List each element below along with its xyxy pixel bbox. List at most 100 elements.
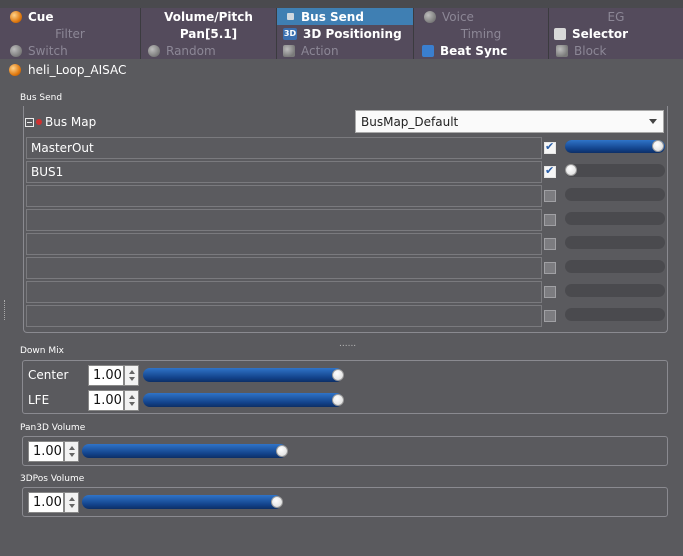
lfe-spinner[interactable]	[124, 390, 139, 411]
slider-knob[interactable]	[652, 140, 664, 152]
bus-row[interactable]	[26, 281, 542, 303]
tab-label: Filter	[55, 26, 85, 41]
bus-name: MasterOut	[31, 141, 94, 155]
chevron-down-icon	[649, 119, 657, 124]
bus-send-icon	[287, 13, 294, 20]
center-label: Center	[28, 368, 69, 382]
beat-sync-icon	[422, 44, 434, 57]
tab-random[interactable]: Random	[141, 42, 276, 59]
cue-title: heli_Loop_AISAC	[9, 63, 126, 77]
tab-pan[interactable]: Pan[5.1]	[141, 25, 276, 42]
lfe-slider[interactable]	[143, 393, 343, 407]
tab-label: Pan[5.1]	[179, 26, 238, 41]
pos3d-section-label: 3DPos Volume	[20, 474, 85, 484]
action-icon	[283, 44, 295, 57]
bus-map-label: Bus Map	[45, 115, 97, 129]
block-icon	[556, 44, 568, 57]
tab-beat-sync[interactable]: Beat Sync	[414, 42, 548, 59]
cue-orb-icon	[9, 64, 21, 76]
bus-row[interactable]: BUS1	[26, 161, 542, 183]
tab-label: Selector	[572, 26, 629, 41]
tab-label: Timing	[460, 26, 502, 41]
bus-enable-checkbox[interactable]	[544, 214, 556, 226]
bus-enable-checkbox[interactable]	[544, 310, 556, 322]
bus-map-select[interactable]: BusMap_Default	[355, 110, 664, 133]
pan3d-spinner[interactable]	[64, 441, 79, 462]
tab-label: Action	[301, 43, 339, 58]
bus-row[interactable]	[26, 233, 542, 255]
bus-enable-checkbox[interactable]	[544, 262, 556, 274]
bus-level-slider[interactable]	[565, 140, 665, 153]
tab-label: Bus Send	[301, 9, 364, 24]
tab-3d-positioning[interactable]: 3D 3D Positioning	[277, 25, 413, 42]
tab-voice[interactable]: Voice	[414, 8, 548, 25]
tab-cue[interactable]: Cue	[0, 8, 140, 25]
bus-row[interactable]	[26, 257, 542, 279]
tab-filter[interactable]: Filter	[0, 25, 140, 42]
pin-icon	[36, 119, 42, 125]
pan3d-value-input[interactable]: 1.00	[28, 441, 64, 462]
center-slider[interactable]	[143, 368, 343, 382]
tab-label: Beat Sync	[440, 43, 508, 58]
tab-label: Cue	[28, 9, 54, 24]
tab-volume-pitch[interactable]: Volume/Pitch	[141, 8, 276, 25]
3d-icon: 3D	[283, 27, 297, 40]
tab-label: EG	[607, 9, 625, 24]
bus-level-slider[interactable]	[565, 236, 665, 249]
random-icon	[148, 44, 160, 57]
bus-level-slider[interactable]	[565, 284, 665, 297]
tab-grid: Cue Volume/Pitch Bus Send Voice EG Filte…	[0, 0, 683, 59]
bus-map-value: BusMap_Default	[361, 114, 459, 129]
bus-row[interactable]	[26, 209, 542, 231]
slider-knob[interactable]	[276, 445, 288, 457]
bus-enable-checkbox[interactable]	[544, 286, 556, 298]
tab-block[interactable]: Block	[549, 42, 683, 59]
lfe-label: LFE	[28, 393, 50, 407]
tab-bus-send[interactable]: Bus Send	[277, 8, 413, 25]
pan3d-section-label: Pan3D Volume	[20, 423, 86, 433]
bus-send-section-label: Bus Send	[20, 93, 63, 103]
tab-label: Random	[166, 43, 216, 58]
collapse-icon[interactable]	[25, 117, 34, 127]
bus-row[interactable]	[26, 305, 542, 327]
tab-switch[interactable]: Switch	[0, 42, 140, 59]
pos3d-value-input[interactable]: 1.00	[28, 492, 64, 513]
slider-knob[interactable]	[271, 496, 283, 508]
slider-knob[interactable]	[565, 164, 577, 176]
tab-label: Voice	[442, 9, 474, 24]
down-mix-section-label: Down Mix	[20, 346, 64, 356]
bus-name: BUS1	[31, 165, 64, 179]
bus-level-fill	[565, 140, 665, 153]
pos3d-slider[interactable]	[82, 495, 282, 509]
slider-knob[interactable]	[332, 369, 344, 381]
bus-enable-checkbox[interactable]	[544, 190, 556, 202]
bus-level-slider[interactable]	[565, 260, 665, 273]
tab-eg[interactable]: EG	[549, 8, 683, 25]
tab-label: Block	[574, 43, 607, 58]
bus-enable-checkbox[interactable]	[544, 164, 556, 178]
pan3d-slider[interactable]	[82, 444, 287, 458]
tab-label: Switch	[28, 43, 68, 58]
resize-grip[interactable]: ......	[339, 339, 356, 349]
bus-level-slider[interactable]	[565, 212, 665, 225]
slider-knob[interactable]	[332, 394, 344, 406]
title-strip	[0, 0, 683, 8]
bus-row[interactable]	[26, 185, 542, 207]
bus-row[interactable]: MasterOut	[26, 137, 542, 159]
tab-selector[interactable]: Selector	[549, 25, 683, 42]
tab-label: 3D Positioning	[303, 26, 402, 41]
pos3d-spinner[interactable]	[64, 492, 79, 513]
bus-level-slider[interactable]	[565, 308, 665, 321]
voice-icon	[424, 10, 436, 23]
tab-action[interactable]: Action	[277, 42, 413, 59]
bus-enable-checkbox[interactable]	[544, 140, 556, 154]
tab-timing[interactable]: Timing	[414, 25, 548, 42]
center-value-input[interactable]: 1.00	[88, 365, 124, 386]
bus-level-slider[interactable]	[565, 188, 665, 201]
tab-label: Volume/Pitch	[164, 9, 253, 24]
bus-enable-checkbox[interactable]	[544, 238, 556, 250]
bus-level-slider[interactable]	[565, 164, 665, 177]
splitter-handle[interactable]	[4, 300, 6, 320]
lfe-value-input[interactable]: 1.00	[88, 390, 124, 411]
center-spinner[interactable]	[124, 365, 139, 386]
